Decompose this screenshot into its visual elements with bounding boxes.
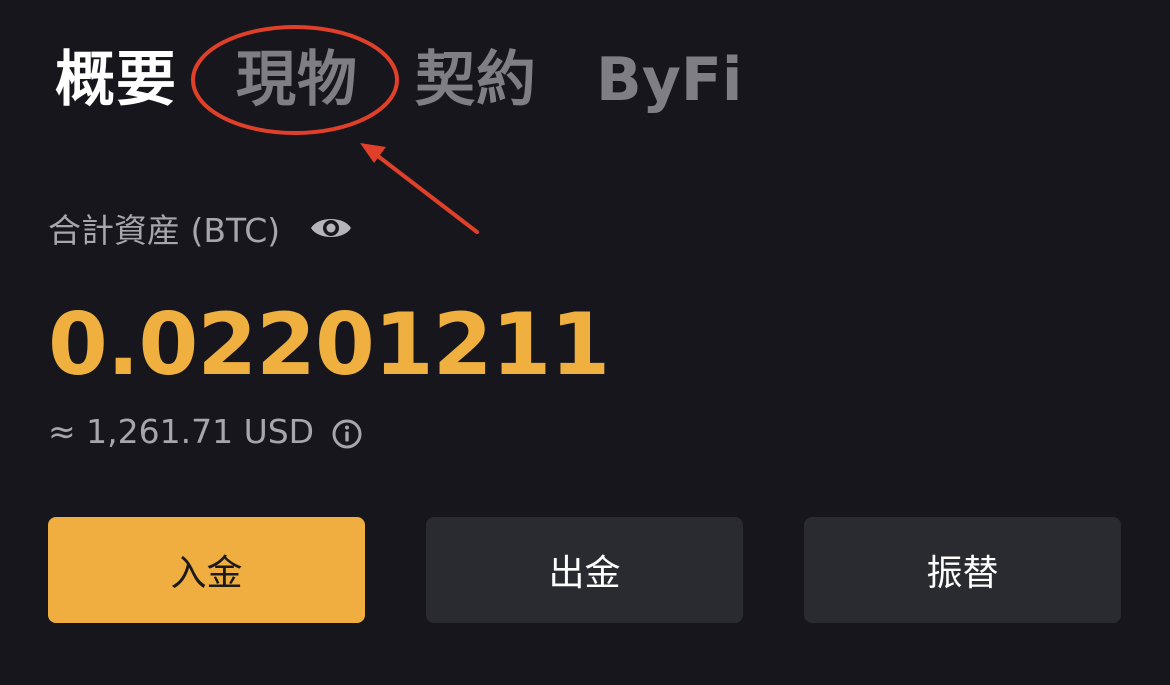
usd-value: ≈ 1,261.71 USD xyxy=(48,412,315,451)
tab-spot[interactable]: 現物 xyxy=(236,45,358,115)
eye-icon[interactable] xyxy=(309,211,353,245)
withdraw-button[interactable]: 出金 xyxy=(426,517,743,623)
tab-byfi[interactable]: ByFi xyxy=(596,45,742,115)
annotation-arrow-head xyxy=(360,143,386,163)
btc-balance: 0.02201211 xyxy=(48,295,610,395)
deposit-button[interactable]: 入金 xyxy=(48,517,365,623)
transfer-button[interactable]: 振替 xyxy=(804,517,1121,623)
info-icon[interactable] xyxy=(331,418,363,450)
annotation-arrow-line xyxy=(368,148,479,234)
total-assets-label: 合計資産 (BTC) xyxy=(48,211,281,250)
tab-overview[interactable]: 概要 xyxy=(55,45,177,115)
tab-contract[interactable]: 契約 xyxy=(415,45,537,115)
